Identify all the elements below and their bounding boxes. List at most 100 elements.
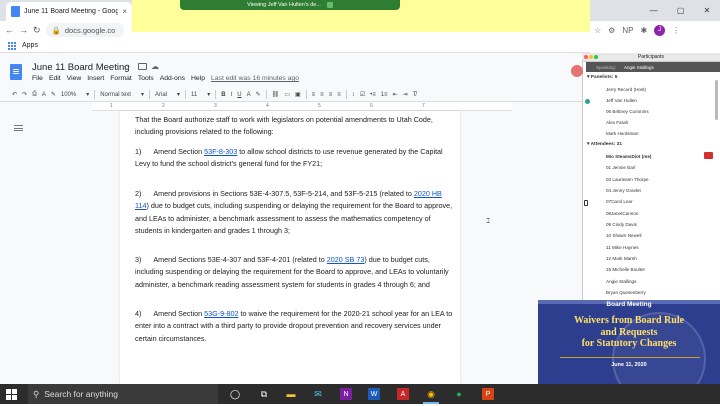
- participant-row[interactable]: Jeff Van Hulten: [606, 98, 637, 103]
- participant-row[interactable]: 08JanetCannon: [606, 211, 638, 216]
- undo-icon[interactable]: ↶: [12, 91, 17, 98]
- align-justify-icon[interactable]: ≡: [337, 92, 341, 98]
- chrome-icon[interactable]: ◉: [423, 388, 439, 404]
- align-center-icon[interactable]: ≡: [320, 92, 324, 98]
- link-53f-8-303[interactable]: 53F-8-303: [204, 147, 237, 156]
- print-icon[interactable]: ⎙: [32, 91, 37, 98]
- style-select[interactable]: Normal text ▾: [100, 91, 144, 99]
- apps-grid-icon[interactable]: [8, 41, 16, 50]
- close-tab-icon[interactable]: ×: [122, 7, 127, 16]
- forward-icon[interactable]: →: [19, 25, 28, 35]
- menu-format[interactable]: Format: [110, 75, 132, 82]
- document-page[interactable]: That the Board authorize staff to work w…: [120, 111, 460, 384]
- increase-indent-icon[interactable]: ⇥: [403, 91, 408, 98]
- font-size-select[interactable]: 11 ▾: [191, 91, 210, 99]
- zoom-share-indicator[interactable]: Viewing Jeff Van Hulten's de...: [180, 0, 400, 10]
- bulleted-list-icon[interactable]: •≡: [370, 92, 376, 98]
- participant-row[interactable]: Alex Farah: [606, 120, 628, 125]
- task-view-icon[interactable]: ⧉: [258, 388, 270, 400]
- menu-edit[interactable]: Edit: [49, 75, 61, 82]
- participant-row-self[interactable]: Mio SteamsDiot (me): [606, 154, 651, 159]
- zoom-select[interactable]: 100% ▾: [61, 91, 89, 99]
- clear-formatting-icon[interactable]: T̸: [413, 92, 417, 98]
- extension-icon[interactable]: ⚙: [608, 26, 615, 35]
- url-field[interactable]: 🔒 docs.google.co: [45, 23, 124, 37]
- participant-row[interactable]: 11 Mike Haynes: [606, 245, 639, 250]
- document-title[interactable]: June 11 Board Meeting: [32, 62, 130, 73]
- spellcheck-icon[interactable]: A: [42, 92, 46, 98]
- decrease-indent-icon[interactable]: ⇤: [393, 91, 398, 98]
- participant-row[interactable]: Mark Huntsman: [606, 131, 638, 136]
- participant-row[interactable]: 04 Jenny Gravlet: [606, 188, 641, 193]
- extension-np-icon[interactable]: NP: [622, 26, 633, 35]
- bookmark-star-icon[interactable]: ☆: [594, 26, 601, 35]
- onenote-icon[interactable]: N: [340, 388, 352, 400]
- paint-format-icon[interactable]: ✎: [51, 91, 56, 98]
- redo-icon[interactable]: ↷: [22, 91, 27, 98]
- line-spacing-icon[interactable]: ↕: [352, 92, 355, 98]
- mic-muted-icon[interactable]: [704, 152, 713, 159]
- bold-icon[interactable]: B: [221, 92, 225, 98]
- powerpoint-icon[interactable]: P: [482, 388, 494, 400]
- maximize-icon[interactable]: ▢: [677, 6, 685, 15]
- align-right-icon[interactable]: ≡: [329, 92, 333, 98]
- extensions-puzzle-icon[interactable]: ✱: [640, 26, 647, 35]
- link-icon[interactable]: ⛓: [272, 91, 280, 98]
- move-folder-icon[interactable]: [138, 63, 147, 70]
- ruler[interactable]: 1 2 3 4 5 6 7: [92, 102, 512, 111]
- windows-start-icon[interactable]: [6, 389, 17, 400]
- menu-addons[interactable]: Add-ons: [160, 75, 185, 82]
- menu-tools[interactable]: Tools: [138, 75, 154, 82]
- italic-icon[interactable]: I: [231, 92, 233, 98]
- menu-help[interactable]: Help: [191, 75, 205, 82]
- menu-view[interactable]: View: [67, 75, 82, 82]
- mail-icon[interactable]: ✉: [312, 388, 324, 400]
- comment-icon[interactable]: ▭: [284, 91, 290, 98]
- view-options-icon[interactable]: [326, 1, 333, 8]
- underline-icon[interactable]: U: [237, 92, 241, 98]
- participant-row[interactable]: 09 Cindy Davis: [606, 222, 637, 227]
- menu-file[interactable]: File: [32, 75, 43, 82]
- checklist-icon[interactable]: ☑: [360, 91, 365, 98]
- participant-row[interactable]: 07Carol Lear: [606, 199, 633, 204]
- word-icon[interactable]: W: [368, 388, 380, 400]
- participant-row[interactable]: Jerry Record (Host): [606, 87, 646, 92]
- participant-row[interactable]: 12 Mark Marsh: [606, 256, 637, 261]
- highlight-icon[interactable]: ✎: [256, 91, 261, 98]
- text-color-icon[interactable]: A: [247, 92, 251, 98]
- star-icon[interactable]: ☆: [123, 62, 131, 73]
- window-dots-icon[interactable]: [584, 55, 598, 59]
- file-explorer-icon[interactable]: ▬: [285, 388, 297, 400]
- cortana-icon[interactable]: ◯: [229, 388, 241, 400]
- back-icon[interactable]: ←: [5, 25, 14, 35]
- reload-icon[interactable]: ↻: [33, 25, 41, 36]
- acrobat-icon[interactable]: A: [397, 388, 409, 400]
- google-docs-logo-icon[interactable]: [10, 64, 22, 80]
- participant-row[interactable]: 10 Shawn Newell: [606, 233, 642, 238]
- font-select[interactable]: Arial ▾: [155, 91, 180, 99]
- align-left-icon[interactable]: ≡: [312, 92, 316, 98]
- apps-bookmark[interactable]: Apps: [22, 42, 38, 49]
- participant-row[interactable]: Bryan Quesenberry: [606, 290, 646, 295]
- spotify-icon[interactable]: ●: [453, 388, 465, 400]
- link-53g-9-802[interactable]: 53G-9-802: [204, 309, 238, 318]
- minimize-icon[interactable]: —: [650, 6, 658, 15]
- participant-row[interactable]: 06 Brittney Cummins: [606, 109, 649, 114]
- image-icon[interactable]: ▣: [295, 91, 301, 98]
- participant-row[interactable]: 15 Michelle Boulter: [606, 267, 645, 272]
- browser-tab[interactable]: June 11 Board Meeting - Google ×: [6, 2, 132, 21]
- browser-menu-icon[interactable]: ⋮: [672, 26, 680, 35]
- profile-avatar[interactable]: J: [654, 24, 666, 36]
- participant-row[interactable]: 03 Laurieann Thorpe: [606, 177, 649, 182]
- link-2020-sb-73[interactable]: 2020 SB 73: [327, 255, 365, 264]
- participant-row[interactable]: Angie Stallings: [606, 279, 636, 284]
- close-window-icon[interactable]: ✕: [704, 6, 711, 15]
- taskbar-search[interactable]: ⚲ Search for anything: [28, 384, 218, 404]
- document-outline-icon[interactable]: [14, 125, 23, 131]
- menu-insert[interactable]: Insert: [87, 75, 104, 82]
- participants-scrollbar[interactable]: [715, 80, 718, 120]
- numbered-list-icon[interactable]: 1≡: [381, 92, 388, 98]
- last-edit-link[interactable]: Last edit was 16 minutes ago: [211, 75, 299, 82]
- attendees-header[interactable]: ▾ Attendees: 31: [587, 142, 622, 147]
- participant-row[interactable]: 01 Jennie Earl: [606, 165, 635, 170]
